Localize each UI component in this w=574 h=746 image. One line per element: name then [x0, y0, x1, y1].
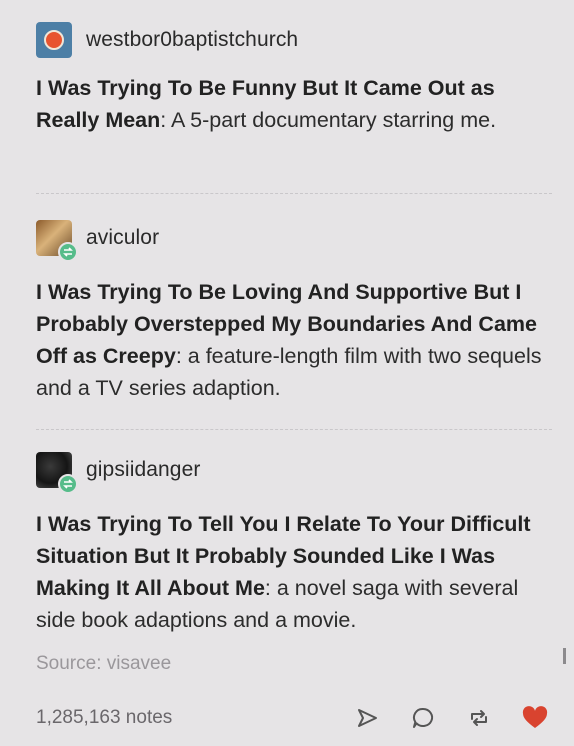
post-footer: 1,285,163 notes [36, 700, 552, 736]
heart-icon[interactable] [522, 705, 548, 731]
username[interactable]: aviculor [86, 226, 159, 250]
tumblr-post: westbor0baptistchurch I Was Trying To Be… [0, 0, 574, 746]
post-header: gipsiidanger [36, 450, 552, 494]
post-actions [354, 705, 548, 731]
username[interactable]: gipsiidanger [86, 458, 200, 482]
reblog-badge-icon [58, 242, 78, 262]
post-header: westbor0baptistchurch [36, 20, 552, 60]
username[interactable]: westbor0baptistchurch [86, 28, 298, 52]
avatar[interactable] [36, 220, 78, 262]
post-block-3: gipsiidanger I Was Trying To Tell You I … [36, 450, 552, 636]
share-icon[interactable] [354, 705, 380, 731]
post-text: I Was Trying To Be Funny But It Came Out… [36, 72, 552, 136]
reblog-icon[interactable] [466, 705, 492, 731]
scrollbar-thumb[interactable] [563, 648, 566, 664]
post-text: I Was Trying To Tell You I Relate To You… [36, 508, 552, 636]
post-body: : A 5-part documentary starring me. [160, 108, 497, 132]
reply-icon[interactable] [410, 705, 436, 731]
post-text: I Was Trying To Be Loving And Supportive… [36, 276, 552, 404]
post-block-1: westbor0baptistchurch I Was Trying To Be… [36, 20, 552, 136]
post-block-2: aviculor I Was Trying To Be Loving And S… [36, 218, 552, 404]
reblog-badge-icon [58, 474, 78, 494]
divider [36, 193, 552, 194]
divider [36, 429, 552, 430]
avatar[interactable] [36, 22, 72, 58]
notes-count[interactable]: 1,285,163 notes [36, 707, 354, 729]
post-header: aviculor [36, 218, 552, 262]
avatar[interactable] [36, 452, 78, 494]
post-source[interactable]: Source: visavee [36, 653, 171, 675]
